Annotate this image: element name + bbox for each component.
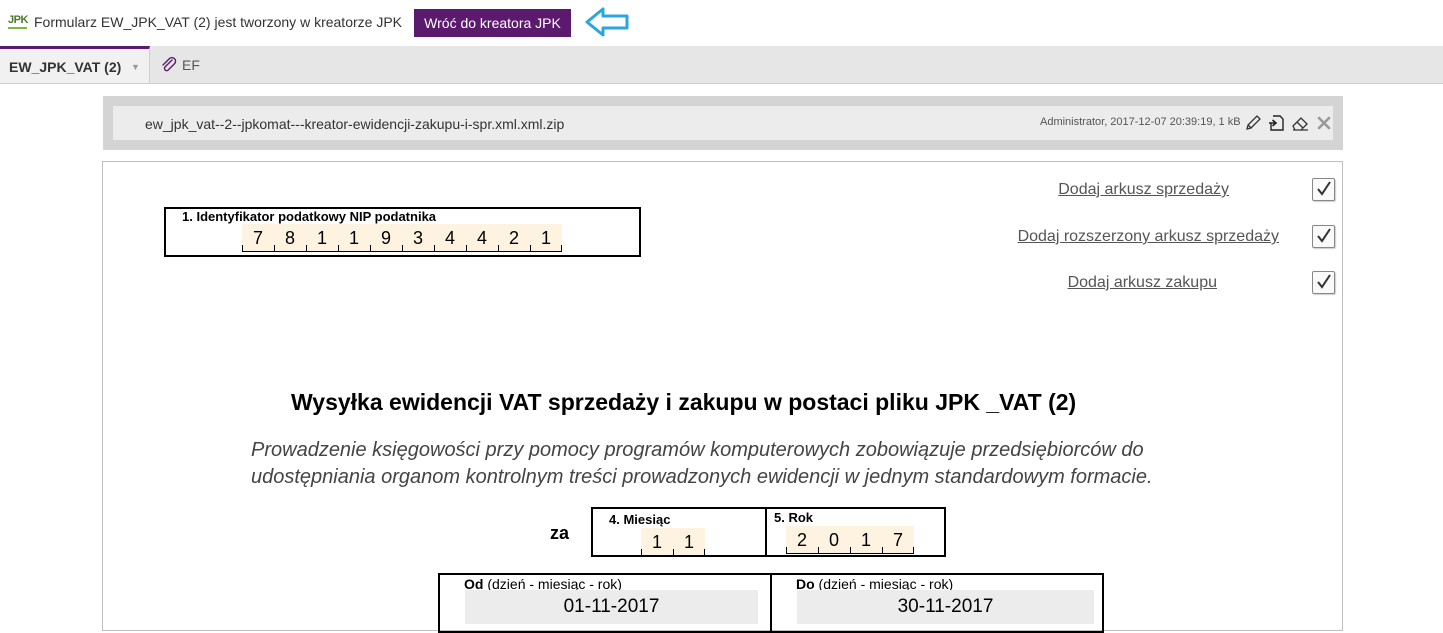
add-extended-sales-sheet-checkbox[interactable] (1312, 225, 1335, 248)
month-label: 4. Miesiąc (609, 512, 671, 527)
add-extended-sales-sheet-link[interactable]: Dodaj rozszerzony arkusz sprzedaży (1018, 228, 1279, 246)
year-digit: 2 (786, 526, 818, 554)
jpk-logo-text: JPK (8, 14, 28, 26)
from-date-field[interactable]: 01-11-2017 (465, 590, 758, 624)
year-digits[interactable]: 2 0 1 7 (786, 526, 914, 554)
pencil-icon[interactable] (1244, 114, 1262, 132)
back-to-wizard-button[interactable]: Wróć do kreatora JPK (414, 9, 571, 37)
arrow-left-outline-icon (585, 7, 629, 37)
year-label: 5. Rok (774, 510, 814, 525)
nip-digit: 7 (242, 224, 274, 252)
year-digit: 1 (850, 526, 882, 554)
tab-label: EW_JPK_VAT (2) (9, 59, 122, 75)
paperclip-icon (162, 56, 177, 72)
checkmark-icon (1317, 228, 1331, 243)
download-icon[interactable] (1268, 114, 1286, 132)
close-icon[interactable] (1315, 114, 1333, 132)
jpk-logo: JPK (8, 13, 28, 31)
checkmark-icon (1317, 274, 1331, 289)
month-digit: 1 (673, 528, 705, 556)
form-status-title: Formularz EW_JPK_VAT (2) jest tworzony w… (34, 14, 402, 30)
add-sales-sheet-checkbox[interactable] (1312, 178, 1335, 201)
checkmark-icon (1317, 181, 1331, 196)
month-digits[interactable]: 1 1 (641, 528, 705, 556)
add-sales-sheet-link[interactable]: Dodaj arkusz sprzedaży (1058, 181, 1229, 199)
tab-label: EF (182, 57, 200, 73)
nip-digit: 1 (306, 224, 338, 252)
nip-digit: 9 (370, 224, 402, 252)
form-heading: Wysyłka ewidencji VAT sprzedaży i zakupu… (291, 389, 1077, 415)
attachment-filename[interactable]: ew_jpk_vat--2--jpkomat---kreator-ewidenc… (145, 116, 564, 132)
nip-digit: 4 (466, 224, 498, 252)
year-digit: 0 (818, 526, 850, 554)
month-digit: 1 (641, 528, 673, 556)
top-bar: JPK Formularz EW_JPK_VAT (2) jest tworzo… (0, 0, 1443, 46)
nip-digit: 1 (530, 224, 562, 252)
eraser-icon[interactable] (1291, 114, 1309, 132)
attachment-meta: Administrator, 2017-12-07 20:39:19, 1 kB (1040, 116, 1241, 128)
za-label: za (550, 523, 570, 543)
add-purchase-sheet-link[interactable]: Dodaj arkusz zakupu (1068, 274, 1217, 292)
nip-digit: 8 (274, 224, 306, 252)
nip-digit: 2 (498, 224, 530, 252)
nip-digits[interactable]: 7 8 1 1 9 3 4 4 2 1 (242, 224, 562, 252)
nip-digit: 4 (434, 224, 466, 252)
add-purchase-sheet-checkbox[interactable] (1312, 271, 1335, 294)
year-digit: 7 (882, 526, 914, 554)
nip-digit: 1 (338, 224, 370, 252)
to-date-field[interactable]: 30-11-2017 (797, 590, 1094, 624)
nip-label: 1. Identyfikator podatkowy NIP podatnika (182, 209, 437, 224)
form-description: Prowadzenie księgowości przy pomocy prog… (251, 439, 1153, 488)
chevron-down-icon[interactable]: ▼ (131, 62, 140, 72)
tab-ew-jpk-vat[interactable]: EW_JPK_VAT (2) ▼ (0, 46, 150, 83)
tab-bar: EW_JPK_VAT (2) ▼ EF (0, 46, 1443, 84)
nip-digit: 3 (402, 224, 434, 252)
